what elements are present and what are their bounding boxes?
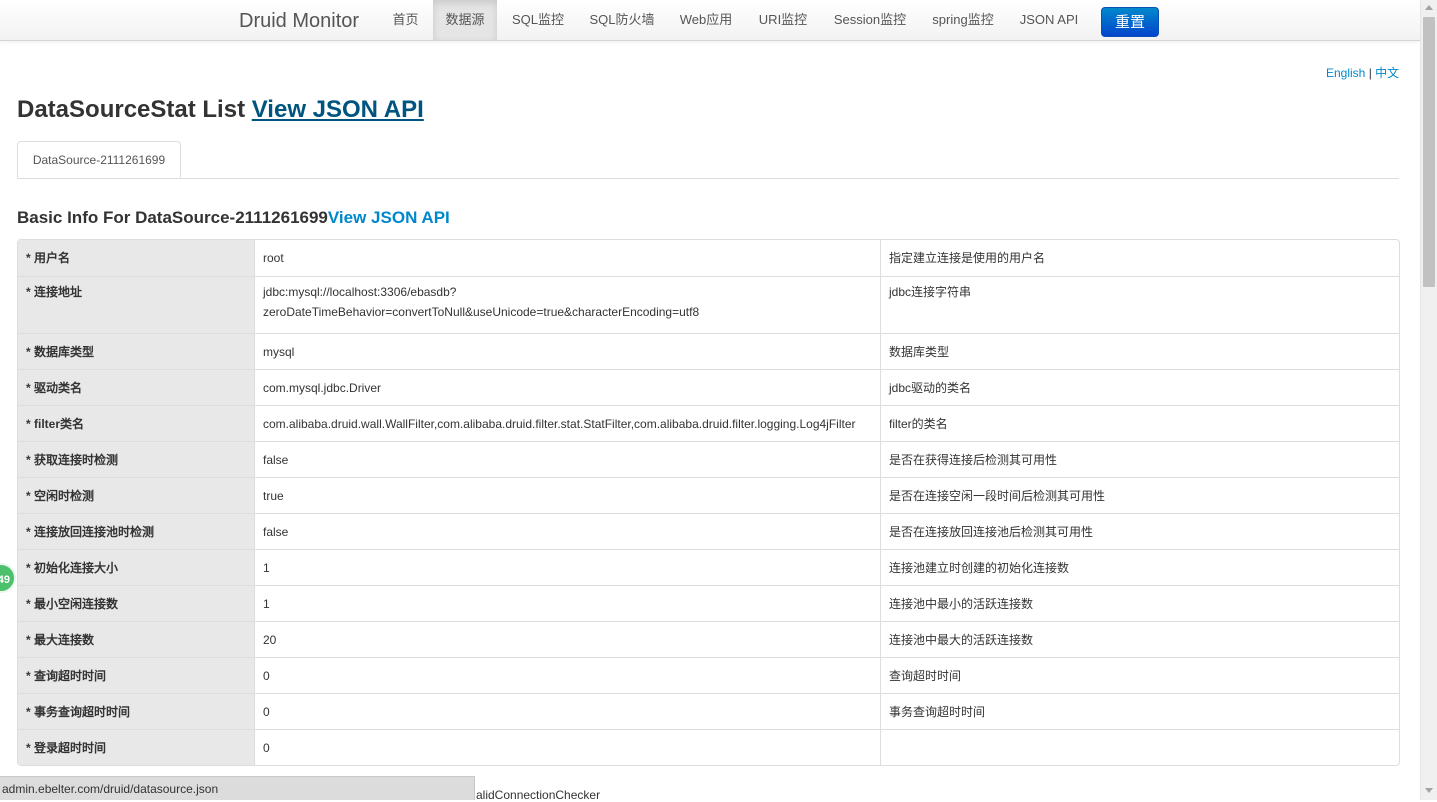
row-desc: 连接池中最小的活跃连接数: [881, 585, 1399, 621]
table-row: * 查询超时时间 0 查询超时时间: [18, 657, 1399, 693]
browser-status-url: admin.ebelter.com/druid/datasource.json: [0, 776, 475, 800]
scroll-up-arrow-icon[interactable]: [1425, 5, 1433, 10]
nav-web-app[interactable]: Web应用: [670, 0, 742, 40]
row-key: * 初始化连接大小: [18, 549, 255, 585]
floating-badge[interactable]: 49: [0, 563, 16, 593]
row-desc: 查询超时时间: [881, 657, 1399, 693]
table-row: * filter类名 com.alibaba.druid.wall.WallFi…: [18, 405, 1399, 441]
scrollbar-thumb[interactable]: [1423, 17, 1435, 287]
row-key: * 连接地址: [18, 276, 255, 333]
table-row: * 获取连接时检测 false 是否在获得连接后检测其可用性: [18, 441, 1399, 477]
row-key: * 事务查询超时时间: [18, 693, 255, 729]
row-value: false: [255, 513, 881, 549]
table-row: * 空闲时检测 true 是否在连接空闲一段时间后检测其可用性: [18, 477, 1399, 513]
row-key: * filter类名: [18, 405, 255, 441]
nav-home[interactable]: 首页: [381, 0, 430, 40]
row-desc: 事务查询超时时间: [881, 693, 1399, 729]
row-value: com.mysql.jdbc.Driver: [255, 369, 881, 405]
nav-uri-monitor[interactable]: URI监控: [748, 0, 818, 40]
nav-json-api[interactable]: JSON API: [1010, 0, 1088, 40]
tab-datasource[interactable]: DataSource-2111261699: [17, 141, 181, 178]
row-desc: filter的类名: [881, 405, 1399, 441]
section-heading: Basic Info For DataSource-2111261699View…: [17, 208, 450, 228]
reset-button[interactable]: 重置: [1101, 7, 1159, 37]
row-value: 0: [255, 693, 881, 729]
table-row: * 连接地址 jdbc:mysql://localhost:3306/ebasd…: [18, 276, 1399, 333]
row-desc: 是否在连接空闲一段时间后检测其可用性: [881, 477, 1399, 513]
row-value: root: [255, 240, 881, 276]
row-desc: [881, 729, 1399, 765]
page-title-text: DataSourceStat List: [17, 96, 252, 123]
row-value: 0: [255, 657, 881, 693]
row-key: * 空闲时检测: [18, 477, 255, 513]
scroll-down-arrow-icon[interactable]: [1425, 788, 1433, 793]
row-key: * 连接放回连接池时检测: [18, 513, 255, 549]
brand-title[interactable]: Druid Monitor: [239, 10, 359, 33]
nav-datasource[interactable]: 数据源: [433, 0, 497, 40]
lang-english-link[interactable]: English: [1326, 66, 1365, 80]
row-desc: 是否在获得连接后检测其可用性: [881, 441, 1399, 477]
section-title: Basic Info For DataSource-2111261699: [17, 208, 328, 227]
top-navbar: Druid Monitor 首页 数据源 SQL监控 SQL防火墙 Web应用 …: [0, 0, 1420, 41]
row-desc: 指定建立连接是使用的用户名: [889, 251, 1046, 265]
datasource-tabs: DataSource-2111261699: [17, 141, 1399, 179]
row-desc: 连接池建立时创建的初始化连接数: [881, 549, 1399, 585]
row-value: true: [255, 477, 881, 513]
row-value: jdbc:mysql://localhost:3306/ebasdb? zeroD…: [255, 276, 881, 333]
row-value: 20: [255, 621, 881, 657]
vertical-scrollbar[interactable]: [1420, 0, 1437, 800]
table-row: * 最小空闲连接数 1 连接池中最小的活跃连接数: [18, 585, 1399, 621]
nav-spring-monitor[interactable]: spring监控: [922, 0, 1004, 40]
table-row: * 数据库类型 mysql 数据库类型: [18, 333, 1399, 369]
view-json-api-link[interactable]: View JSON API: [252, 96, 424, 123]
lang-chinese-link[interactable]: 中文: [1375, 66, 1399, 80]
nav-sql-firewall[interactable]: SQL防火墙: [580, 0, 664, 40]
table-row: * 驱动类名 com.mysql.jdbc.Driver jdbc驱动的类名: [18, 369, 1399, 405]
row-value: mysql: [255, 333, 881, 369]
nav-sql-monitor[interactable]: SQL监控: [500, 0, 576, 40]
row-key: * 用户名: [18, 240, 255, 276]
row-value-line1: jdbc:mysql://localhost:3306/ebasdb?: [263, 285, 457, 299]
row-key: * 获取连接时检测: [18, 441, 255, 477]
row-desc: 连接池中最大的活跃连接数: [881, 621, 1399, 657]
row-desc: 是否在连接放回连接池后检测其可用性: [881, 513, 1399, 549]
row-key: * 数据库类型: [18, 333, 255, 369]
row-value: 1: [255, 549, 881, 585]
section-json-api-link[interactable]: View JSON API: [328, 208, 450, 227]
nav-session-monitor[interactable]: Session监控: [824, 0, 916, 40]
row-desc: jdbc连接字符串: [881, 276, 1399, 333]
row-value: 1: [255, 585, 881, 621]
row-key: * 登录超时时间: [18, 729, 255, 765]
lang-separator: |: [1368, 66, 1372, 80]
row-key: * 驱动类名: [18, 369, 255, 405]
table-row: * 用户名 root 指定建立连接是使用的用户名: [18, 240, 1399, 276]
page-title: DataSourceStat List View JSON API: [17, 96, 424, 124]
basic-info-table: * 用户名 root 指定建立连接是使用的用户名 * 连接地址 jdbc:mys…: [17, 239, 1400, 766]
row-value: 0: [255, 729, 881, 765]
table-row: * 最大连接数 20 连接池中最大的活跃连接数: [18, 621, 1399, 657]
row-value-line2: zeroDateTimeBehavior=convertToNull&useUn…: [263, 305, 700, 319]
row-key: * 最大连接数: [18, 621, 255, 657]
table-row: * 初始化连接大小 1 连接池建立时创建的初始化连接数: [18, 549, 1399, 585]
table-row: * 事务查询超时时间 0 事务查询超时时间: [18, 693, 1399, 729]
row-value: false: [255, 441, 881, 477]
table-row: * 连接放回连接池时检测 false 是否在连接放回连接池后检测其可用性: [18, 513, 1399, 549]
row-key: * 查询超时时间: [18, 657, 255, 693]
row-value: com.alibaba.druid.wall.WallFilter,com.al…: [255, 405, 881, 441]
table-row: * 登录超时时间 0: [18, 729, 1399, 765]
row-key: * 最小空闲连接数: [18, 585, 255, 621]
row-desc: jdbc驱动的类名: [881, 369, 1399, 405]
language-switch: English | 中文: [1326, 64, 1399, 81]
row-desc: 数据库类型: [881, 333, 1399, 369]
